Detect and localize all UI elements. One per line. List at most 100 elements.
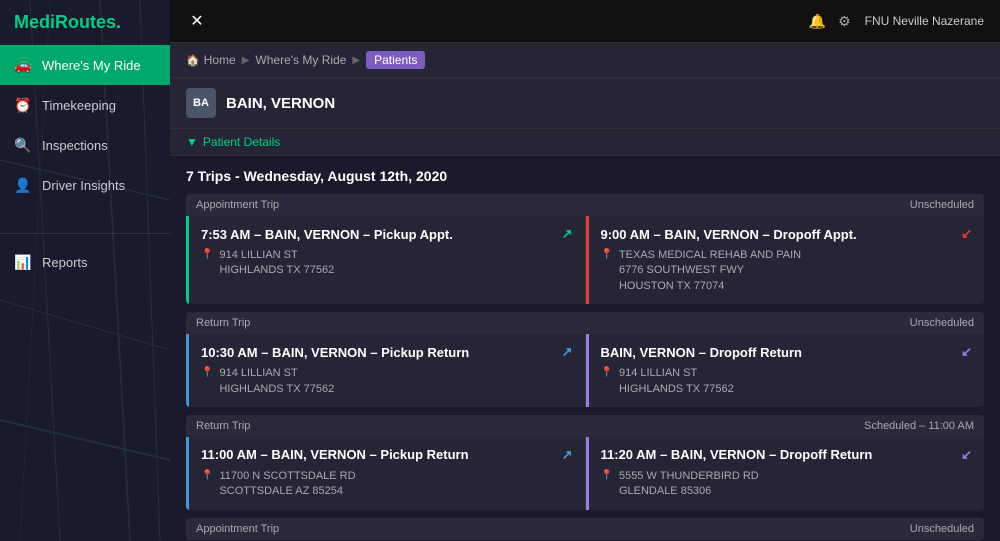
notification-icon[interactable]: 🔔 (809, 13, 826, 30)
trip-title-text: 11:00 AM – BAIN, VERNON – Pickup Return (201, 447, 562, 462)
trip-arrow-icon[interactable]: ↗ (562, 344, 573, 360)
breadcrumb-patients[interactable]: Patients (366, 51, 425, 69)
trip-arrow-icon[interactable]: ↙ (961, 344, 972, 360)
trip-cell-right: 11:20 AM – BAIN, VERNON – Dropoff Return… (586, 437, 985, 510)
person-icon: 👤 (14, 176, 32, 194)
trip-rows: 10:30 AM – BAIN, VERNON – Pickup Return … (186, 334, 984, 407)
logo-dot: . (116, 12, 121, 32)
patient-details-toggle[interactable]: ▼ Patient Details (186, 135, 984, 149)
location-pin-icon: 📍 (601, 367, 613, 378)
topbar-icons: 🔔 ⚙ (809, 13, 851, 30)
trip-type-label: Appointment Trip (196, 523, 279, 535)
sidebar-divider (0, 233, 170, 234)
trip-type-label: Return Trip (196, 420, 250, 432)
trip-title: 7:53 AM – BAIN, VERNON – Pickup Appt. ↗ (201, 226, 573, 242)
trip-card-header: Return Trip Unscheduled (186, 312, 984, 334)
trip-cell-right: BAIN, VERNON – Dropoff Return ↙ 📍 914 LI… (586, 334, 985, 407)
trip-location: 📍 914 LILLIAN ST HIGHLANDS TX 77562 (201, 366, 573, 397)
chart-icon: 📊 (14, 253, 32, 271)
trip-card-header: Return Trip Scheduled – 11:00 AM (186, 415, 984, 437)
car-icon: 🚗 (14, 56, 32, 74)
trip-rows: 11:00 AM – BAIN, VERNON – Pickup Return … (186, 437, 984, 510)
trips-header: 7 Trips - Wednesday, August 12th, 2020 (186, 168, 984, 184)
trip-cell-left: 10:30 AM – BAIN, VERNON – Pickup Return … (186, 334, 585, 407)
trip-card: Appointment Trip Unscheduled 7:53 AM – B… (186, 194, 984, 304)
breadcrumb: 🏠 Home ▶ Where's My Ride ▶ Patients (170, 43, 1000, 78)
trip-title: BAIN, VERNON – Dropoff Return ↙ (601, 344, 973, 360)
main-content: ✕ 🔔 ⚙ FNU Neville Nazerane 🏠 Home ▶ Wher… (170, 0, 1000, 541)
sidebar-item-driver-insights[interactable]: 👤 Driver Insights (0, 165, 170, 205)
patient-avatar: BA (186, 88, 216, 118)
breadcrumb-sep-1: ▶ (242, 55, 250, 66)
location-text: 914 LILLIAN ST HIGHLANDS TX 77562 (219, 248, 334, 279)
trip-title-text: 7:53 AM – BAIN, VERNON – Pickup Appt. (201, 227, 562, 242)
chevron-down-icon: ▼ (186, 135, 198, 149)
trip-title-text: 9:00 AM – BAIN, VERNON – Dropoff Appt. (601, 227, 962, 242)
patient-details-label: Patient Details (203, 135, 280, 149)
sidebar: MediRoutes. 🚗 Where's My Ride ⏰ Timekeep… (0, 0, 170, 541)
trip-arrow-icon[interactable]: ↗ (562, 226, 573, 242)
location-text: 11700 N SCOTTSDALE RD SCOTTSDALE AZ 8525… (219, 469, 355, 500)
trip-title-text: 11:20 AM – BAIN, VERNON – Dropoff Return (601, 447, 962, 462)
location-text: 5555 W THUNDERBIRD RD GLENDALE 85306 (619, 469, 759, 500)
sidebar-item-inspections[interactable]: 🔍 Inspections (0, 125, 170, 165)
trip-card-header: Appointment Trip Unscheduled (186, 518, 984, 540)
trip-card: Return Trip Unscheduled 10:30 AM – BAIN,… (186, 312, 984, 407)
trip-title-text: 10:30 AM – BAIN, VERNON – Pickup Return (201, 345, 562, 360)
sidebar-item-reports[interactable]: 📊 Reports (0, 242, 170, 282)
settings-icon[interactable]: ⚙ (838, 13, 851, 30)
patient-name: BAIN, VERNON (226, 95, 335, 112)
home-icon: 🏠 (186, 54, 200, 67)
trip-location: 📍 914 LILLIAN ST HIGHLANDS TX 77562 (201, 248, 573, 279)
trip-status: Unscheduled (910, 199, 974, 211)
logo-highlight: outes (68, 12, 116, 32)
location-text: 914 LILLIAN ST HIGHLANDS TX 77562 (619, 366, 734, 397)
sidebar-item-label: Inspections (42, 138, 108, 153)
trip-title: 9:00 AM – BAIN, VERNON – Dropoff Appt. ↙ (601, 226, 973, 242)
location-pin-icon: 📍 (201, 367, 213, 378)
trips-container[interactable]: 7 Trips - Wednesday, August 12th, 2020 A… (170, 156, 1000, 541)
trip-cell-left: 11:00 AM – BAIN, VERNON – Pickup Return … (186, 437, 585, 510)
location-pin-icon: 📍 (201, 470, 213, 481)
app-logo: MediRoutes. (0, 0, 170, 45)
patient-details-bar[interactable]: ▼ Patient Details (170, 129, 1000, 156)
trip-location: 📍 11700 N SCOTTSDALE RD SCOTTSDALE AZ 85… (201, 469, 573, 500)
sidebar-item-label: Reports (42, 255, 88, 270)
trip-location: 📍 914 LILLIAN ST HIGHLANDS TX 77562 (601, 366, 973, 397)
trip-cell-right: 9:00 AM – BAIN, VERNON – Dropoff Appt. ↙… (586, 216, 985, 304)
patient-header: BA BAIN, VERNON (170, 78, 1000, 129)
trip-arrow-icon[interactable]: ↗ (562, 447, 573, 463)
close-button[interactable]: ✕ (186, 10, 208, 32)
logo-text: MediRoutes. (14, 12, 121, 33)
location-pin-icon: 📍 (201, 249, 213, 260)
topbar-right: 🔔 ⚙ FNU Neville Nazerane (809, 13, 984, 30)
logo-prefix: MediR (14, 12, 68, 32)
breadcrumb-wheres-my-ride[interactable]: Where's My Ride (255, 53, 346, 67)
trip-cell-left: 7:53 AM – BAIN, VERNON – Pickup Appt. ↗ … (186, 216, 585, 304)
location-text: 914 LILLIAN ST HIGHLANDS TX 77562 (219, 366, 334, 397)
sidebar-navigation: 🚗 Where's My Ride ⏰ Timekeeping 🔍 Inspec… (0, 45, 170, 541)
trip-title: 11:00 AM – BAIN, VERNON – Pickup Return … (201, 447, 573, 463)
location-pin-icon: 📍 (601, 249, 613, 260)
trip-arrow-icon[interactable]: ↙ (961, 226, 972, 242)
user-name: FNU Neville Nazerane (865, 14, 984, 28)
trip-card: Appointment Trip Unscheduled (186, 518, 984, 540)
trip-status: Unscheduled (910, 523, 974, 535)
trip-title-text: BAIN, VERNON – Dropoff Return (601, 345, 962, 360)
sidebar-item-label: Timekeeping (42, 98, 116, 113)
trip-type-label: Appointment Trip (196, 199, 279, 211)
location-text: TEXAS MEDICAL REHAB AND PAIN 6776 SOUTHW… (619, 248, 801, 294)
breadcrumb-home[interactable]: 🏠 Home (186, 53, 236, 67)
trip-status: Unscheduled (910, 317, 974, 329)
trip-rows: 7:53 AM – BAIN, VERNON – Pickup Appt. ↗ … (186, 216, 984, 304)
sidebar-item-timekeeping[interactable]: ⏰ Timekeeping (0, 85, 170, 125)
trip-card: Return Trip Scheduled – 11:00 AM 11:00 A… (186, 415, 984, 510)
topbar: ✕ 🔔 ⚙ FNU Neville Nazerane (170, 0, 1000, 43)
sidebar-item-label: Where's My Ride (42, 58, 141, 73)
trip-title: 10:30 AM – BAIN, VERNON – Pickup Return … (201, 344, 573, 360)
inspect-icon: 🔍 (14, 136, 32, 154)
trip-arrow-icon[interactable]: ↙ (961, 447, 972, 463)
sidebar-item-label: Driver Insights (42, 178, 125, 193)
breadcrumb-sep-2: ▶ (352, 55, 360, 66)
sidebar-item-wheres-my-ride[interactable]: 🚗 Where's My Ride (0, 45, 170, 85)
